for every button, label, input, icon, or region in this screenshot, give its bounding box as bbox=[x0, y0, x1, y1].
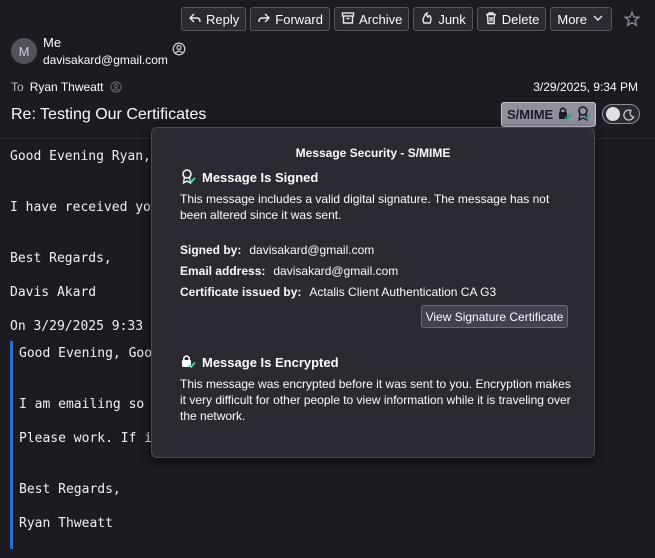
encrypted-description: This message was encrypted before it was… bbox=[180, 377, 571, 423]
archive-button[interactable]: Archive bbox=[333, 7, 410, 31]
signed-by-label: Signed by: bbox=[180, 243, 242, 257]
lock-icon bbox=[180, 353, 196, 372]
quoted-line: I am emailing so bbox=[19, 397, 153, 412]
lock-icon bbox=[556, 105, 572, 124]
encrypted-heading: Message Is Encrypted bbox=[202, 355, 339, 370]
body-line: Best Regards, bbox=[10, 251, 112, 266]
recipient-name[interactable]: Ryan Thweatt bbox=[30, 80, 104, 94]
chevron-down-icon bbox=[591, 11, 605, 28]
body-line: On 3/29/2025 9:33 bbox=[10, 319, 151, 334]
email-address-row: Email address: davisakard@gmail.com bbox=[180, 264, 398, 278]
delete-button[interactable]: Delete bbox=[476, 7, 547, 31]
junk-button[interactable]: Junk bbox=[413, 7, 473, 31]
star-icon[interactable] bbox=[620, 7, 644, 31]
archive-icon bbox=[341, 11, 355, 28]
reply-icon bbox=[188, 11, 202, 28]
signed-heading: Message Is Signed bbox=[202, 170, 319, 185]
forward-button[interactable]: Forward bbox=[250, 7, 330, 31]
contact-icon[interactable] bbox=[109, 81, 122, 93]
message-header: Reply Forward Archive Junk Delete More M… bbox=[0, 0, 655, 138]
email-address-value: davisakard@gmail.com bbox=[273, 264, 399, 278]
issuer-row: Certificate issued by: Actalis Client Aut… bbox=[180, 285, 496, 299]
email-address-label: Email address: bbox=[180, 264, 266, 278]
message-date: 3/29/2025, 9:34 PM bbox=[533, 80, 638, 94]
reply-label: Reply bbox=[206, 11, 240, 27]
quoted-line: Best Regards, bbox=[19, 482, 121, 497]
popup-title: Message Security - S/MIME bbox=[295, 146, 451, 160]
encrypted-heading-row: Message Is Encrypted bbox=[180, 353, 339, 372]
quoted-line: Good Evening, Good bbox=[19, 346, 160, 361]
reply-button[interactable]: Reply bbox=[181, 7, 247, 31]
message-subject: Re: Testing Our Certificates bbox=[11, 106, 207, 123]
sender-name[interactable]: Me bbox=[43, 35, 61, 50]
more-label: More bbox=[557, 11, 587, 27]
more-button[interactable]: More bbox=[550, 7, 612, 31]
certificate-icon bbox=[180, 168, 196, 187]
signed-by-row: Signed by: davisakard@gmail.com bbox=[180, 243, 374, 257]
quote-bar bbox=[10, 341, 13, 549]
moon-icon bbox=[623, 108, 635, 121]
smime-security-button[interactable]: S/MIME bbox=[501, 102, 596, 127]
delete-icon bbox=[484, 11, 498, 28]
junk-label: Junk bbox=[438, 11, 466, 27]
toggle-knob bbox=[606, 107, 620, 121]
to-label: To bbox=[11, 80, 24, 94]
signed-description: This message includes a valid digital si… bbox=[180, 192, 550, 222]
message-security-popup: Message Security - S/MIME Message Is Sig… bbox=[151, 127, 595, 458]
issuer-label: Certificate issued by: bbox=[180, 285, 302, 299]
message-toolbar: Reply Forward Archive Junk Delete More bbox=[181, 7, 644, 31]
signed-heading-row: Message Is Signed bbox=[180, 168, 318, 187]
body-line: Davis Akard bbox=[10, 285, 97, 300]
avatar: M bbox=[11, 38, 37, 64]
delete-label: Delete bbox=[501, 11, 540, 27]
issuer-value: Actalis Client Authentication CA G3 bbox=[309, 285, 497, 299]
sender-email[interactable]: davisakard@gmail.com bbox=[43, 53, 168, 67]
certificate-icon bbox=[575, 105, 591, 124]
quoted-line: Ryan Thweatt bbox=[19, 516, 113, 531]
smime-label: S/MIME bbox=[507, 107, 554, 122]
dark-mode-toggle[interactable] bbox=[602, 104, 640, 124]
quoted-line: Please work. If i bbox=[19, 431, 153, 446]
signed-by-value: davisakard@gmail.com bbox=[249, 243, 375, 257]
view-signature-certificate-button[interactable]: View Signature Certificate bbox=[421, 305, 568, 328]
forward-label: Forward bbox=[275, 11, 323, 27]
body-line: Good Evening Ryan, bbox=[10, 149, 151, 164]
contact-icon[interactable] bbox=[172, 42, 186, 56]
junk-icon bbox=[420, 11, 434, 28]
body-line: I have received you bbox=[10, 200, 159, 215]
forward-icon bbox=[257, 11, 271, 28]
archive-label: Archive bbox=[358, 11, 403, 27]
recipient-row: To Ryan Thweatt bbox=[11, 80, 122, 94]
